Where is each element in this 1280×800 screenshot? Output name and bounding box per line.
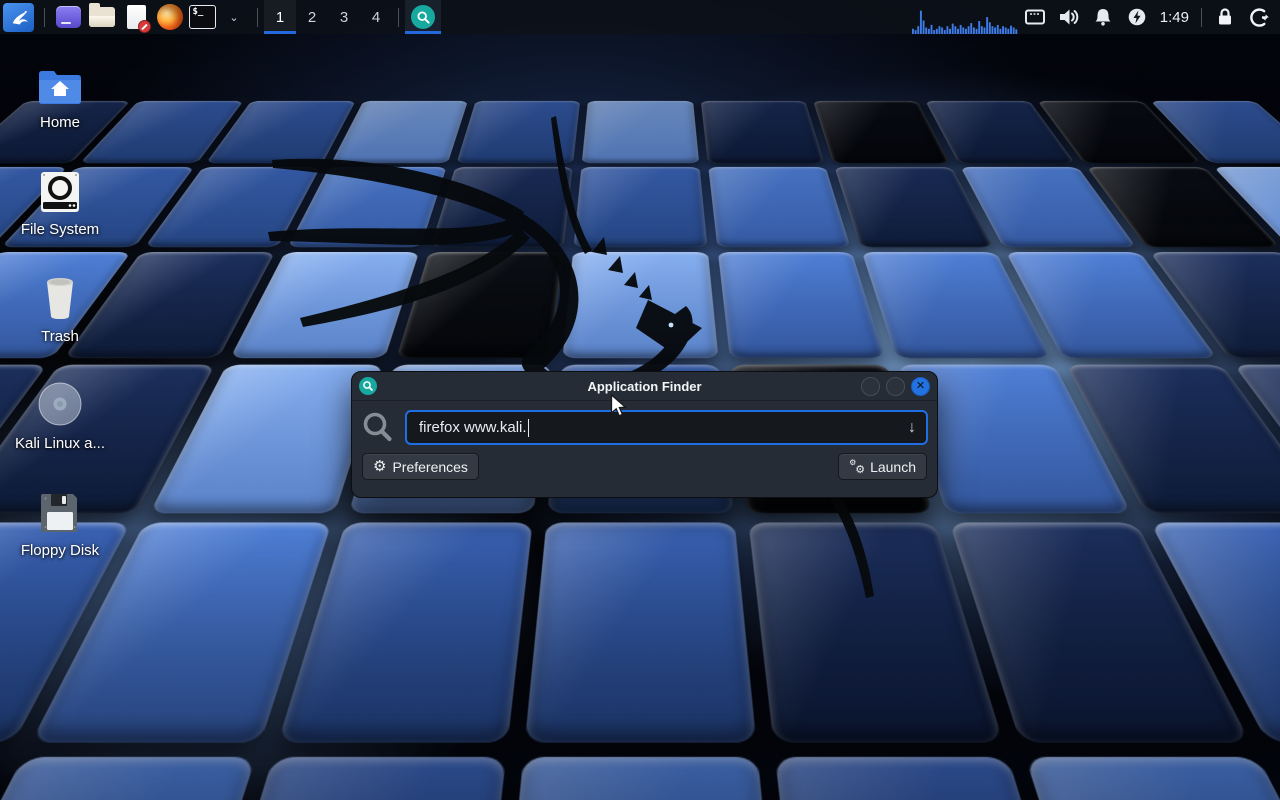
cpu-graph[interactable] [912, 0, 1018, 34]
trash-can-icon [12, 270, 108, 320]
panel-separator [1201, 8, 1202, 27]
display-icon[interactable] [1018, 0, 1052, 34]
notifications-bell-icon[interactable] [1086, 0, 1120, 34]
application-finder-window: Application Finder ✕ firefox www.kali. ↓… [351, 371, 938, 498]
search-input-value: firefox www.kali. [419, 419, 527, 436]
panel-separator [398, 8, 399, 27]
lock-screen-icon[interactable] [1208, 0, 1242, 34]
hard-drive-icon [12, 163, 108, 213]
volume-icon[interactable] [1052, 0, 1086, 34]
desktop-icon-file-system[interactable]: File System [12, 163, 108, 238]
preferences-button[interactable]: ⚙ Preferences [362, 453, 479, 480]
mouse-cursor [610, 394, 632, 420]
application-finder-icon [359, 377, 377, 395]
floppy-disk-icon [12, 484, 108, 534]
text-caret [528, 419, 530, 437]
edit-badge-icon [138, 20, 151, 33]
launch-button-label: Launch [870, 459, 916, 475]
clock[interactable]: 1:49 [1154, 9, 1195, 26]
arrow-down-icon[interactable]: ↓ [908, 419, 916, 437]
search-input[interactable]: firefox www.kali. ↓ [405, 410, 928, 445]
window-titlebar[interactable]: Application Finder ✕ [352, 372, 937, 401]
text-editor-icon [127, 5, 146, 29]
launcher-window-app[interactable] [51, 0, 85, 34]
desktop-wallpaper: Home File System Trash [0, 0, 1280, 800]
kali-menu-button[interactable] [0, 0, 38, 34]
desktop-icon-label: Trash [12, 328, 108, 345]
taskbar-application-finder[interactable] [405, 0, 441, 34]
desktop-icon-label: Kali Linux a... [12, 435, 108, 452]
gear-icon: ⚙ [373, 459, 386, 474]
workspace-button-4[interactable]: 4 [360, 0, 392, 34]
launcher-firefox[interactable] [153, 0, 187, 34]
panel-separator [44, 8, 45, 27]
firefox-icon [157, 4, 183, 30]
launcher-text-editor[interactable] [119, 0, 153, 34]
maximize-button[interactable] [886, 377, 905, 396]
desktop-icon-floppy-disk[interactable]: Floppy Disk [12, 484, 108, 559]
window-app-icon [56, 6, 81, 28]
terminal-icon: $_ [189, 5, 216, 29]
file-manager-icon [89, 7, 115, 27]
kali-logo-icon [3, 3, 34, 32]
application-finder-icon [411, 5, 435, 29]
panel-separator [257, 8, 258, 27]
log-out-icon[interactable] [1242, 0, 1276, 34]
workspace-button-1[interactable]: 1 [264, 0, 296, 34]
window-title: Application Finder [352, 379, 937, 394]
desktop-icon-label: Home [12, 114, 108, 131]
workspace-button-2[interactable]: 2 [296, 0, 328, 34]
close-button[interactable]: ✕ [911, 377, 930, 396]
run-gears-icon: ⚙⚙ [849, 459, 864, 475]
launch-button[interactable]: ⚙⚙ Launch [838, 453, 927, 480]
top-panel: $_ ⌄ 1 2 3 4 [0, 0, 1280, 34]
power-manager-icon[interactable] [1120, 0, 1154, 34]
desktop-icon-kali-linux-disc[interactable]: Kali Linux a... [12, 377, 108, 452]
minimize-button[interactable] [861, 377, 880, 396]
desktop-icon-trash[interactable]: Trash [12, 270, 108, 345]
launcher-file-manager[interactable] [85, 0, 119, 34]
home-folder-icon [12, 56, 108, 106]
desktop-icon-label: Floppy Disk [12, 542, 108, 559]
preferences-button-label: Preferences [392, 459, 467, 475]
desktop-icon-label: File System [12, 221, 108, 238]
chevron-down-icon[interactable]: ⌄ [217, 0, 251, 34]
optical-disc-icon [12, 377, 108, 427]
search-icon [361, 411, 395, 445]
desktop-icon-home[interactable]: Home [12, 56, 108, 131]
workspace-button-3[interactable]: 3 [328, 0, 360, 34]
launcher-terminal[interactable]: $_ [187, 0, 217, 34]
